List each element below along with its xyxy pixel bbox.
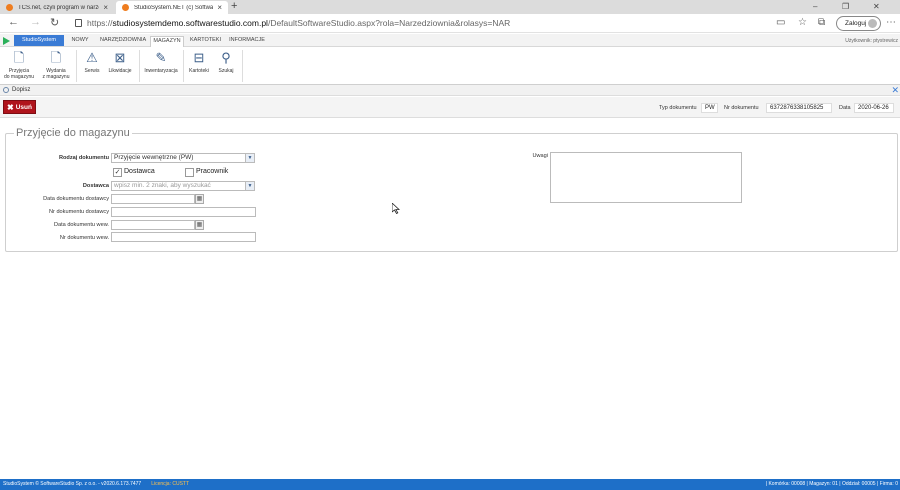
delete-button[interactable]: ✖ Usuń	[3, 100, 36, 114]
document-icon: 🗋	[50, 50, 62, 65]
status-location: | Komórka: 00008 | Magazyn: 01 | Oddział…	[765, 481, 898, 487]
ribbon-szukaj-button[interactable]: ⚲ Szukaj	[214, 50, 238, 74]
more-icon[interactable]: ⋯	[886, 17, 896, 28]
brand-button[interactable]: StudioSystem	[14, 35, 64, 46]
chevron-down-icon[interactable]: ▼	[245, 154, 254, 162]
data-dok-wew-input[interactable]	[111, 220, 195, 230]
close-tab-icon[interactable]: ×	[217, 3, 222, 12]
menu-tab-magazyn[interactable]: MAGAZYN	[150, 36, 184, 47]
browser-tab-active[interactable]: StudioSystem.NET (c) SoftwareS ×	[116, 1, 228, 14]
rodzaj-dokumentu-select[interactable]: Przyjęcie wewnętrzne (PW) ▼	[111, 153, 255, 163]
minimize-icon[interactable]: –	[813, 2, 817, 11]
ribbon-divider	[139, 50, 140, 82]
dostawca-checkbox[interactable]: ✓	[113, 168, 122, 177]
browser-tab-title: StudioSystem.NET (c) SoftwareS	[134, 4, 214, 11]
status-bar: StudioSystem © SoftwareStudio Sp. z o.o.…	[0, 479, 900, 490]
dostawca-checkbox-label: Dostawca	[124, 168, 155, 175]
close-window-icon[interactable]: ✕	[873, 2, 880, 11]
ribbon-divider	[76, 50, 77, 82]
avatar	[868, 19, 877, 28]
menu-tab-kartoteki[interactable]: KARTOTEKI	[190, 36, 221, 47]
document-icon: 🗋	[13, 50, 25, 65]
login-button[interactable]: Zaloguj	[836, 16, 881, 31]
uwagi-label: Uwagi	[532, 153, 548, 159]
reading-view-icon[interactable]: ▭	[776, 17, 785, 28]
app-menu-bar: StudioSystem NOWY NARZĘDZIOWNIA MAGAZYN …	[0, 34, 900, 47]
menu-tab-narzedziownia[interactable]: NARZĘDZIOWNIA	[100, 36, 146, 47]
back-icon[interactable]: ←	[8, 16, 19, 28]
doc-number-label: Nr dokumentu	[724, 105, 759, 111]
favorites-star-icon[interactable]: ☆	[798, 17, 807, 28]
ribbon-wydania-button[interactable]: 🗋 Wydania z magazynu	[40, 50, 72, 80]
panel-header: Dopisz ✕	[0, 85, 900, 96]
data-dok-wew-label: Data dokumentu wew.	[53, 222, 109, 228]
data-dok-dostawcy-label: Data dokumentu dostawcy	[43, 196, 109, 202]
dostawca-label: Dostawca	[82, 183, 109, 189]
calendar-icon[interactable]: ▦	[195, 220, 204, 230]
nr-dok-wew-input[interactable]	[111, 232, 256, 242]
pracownik-checkbox[interactable]	[185, 168, 194, 177]
rodzaj-dokumentu-label: Rodzaj dokumentu	[58, 155, 109, 161]
ribbon-divider	[242, 50, 243, 82]
nr-dok-dostawcy-input[interactable]	[111, 207, 256, 217]
date-label: Data	[839, 105, 851, 111]
warning-icon: ⚠	[86, 50, 98, 65]
doc-number-value: 637287633810582​5	[766, 103, 832, 113]
nr-dok-dostawcy-label: Nr dokumentu dostawcy	[48, 209, 109, 215]
panel-title: Dopisz	[12, 87, 31, 93]
browser-tab-title: TCS.net, czyli program w narzędz	[18, 4, 100, 11]
ribbon-toolbar: 🗋 Przyjęcia do magazynu 🗋 Wydania z maga…	[0, 47, 900, 85]
maximize-icon[interactable]: ❐	[842, 2, 849, 11]
search-icon: ⚲	[221, 50, 231, 65]
close-icon: ✖	[7, 102, 14, 112]
forward-icon[interactable]: →	[30, 16, 41, 28]
nr-dok-wew-label: Nr dokumentu wew.	[59, 235, 109, 241]
lock-icon	[75, 19, 82, 27]
date-value: 2020-06-26	[854, 103, 894, 113]
new-tab-icon[interactable]: +	[231, 0, 237, 12]
favicon-icon	[122, 4, 129, 11]
ribbon-serwis-button[interactable]: ⚠ Serwis	[80, 50, 104, 74]
inbox-icon: ⊟	[193, 50, 205, 65]
uwagi-textarea[interactable]	[550, 152, 742, 203]
edit-document-icon: ✎	[155, 50, 167, 65]
close-panel-icon[interactable]: ✕	[891, 85, 899, 96]
doc-type-value: PW	[701, 103, 718, 113]
ribbon-likwidacje-button[interactable]: ⊠ Likwidacje	[106, 50, 134, 74]
play-icon[interactable]	[3, 37, 10, 45]
calendar-icon[interactable]: ▦	[195, 194, 204, 204]
license-link[interactable]: Licencja: CUSTT	[151, 481, 189, 487]
ribbon-przyjecia-button[interactable]: 🗋 Przyjęcia do magazynu	[3, 50, 35, 80]
user-info: Użytkownik: ptystrewicz	[845, 38, 898, 44]
menu-tab-informacje[interactable]: INFORMACJE	[228, 36, 266, 47]
ribbon-divider	[183, 50, 184, 82]
dostawca-search-input[interactable]: wpisz min. 2 znaki, aby wyszukać ▼	[111, 181, 255, 191]
ribbon-inwentaryzacja-button[interactable]: ✎ Inwentaryzacja	[141, 50, 181, 74]
favicon-icon	[6, 4, 13, 11]
data-dok-dostawcy-input[interactable]	[111, 194, 195, 204]
browser-tab-bar: TCS.net, czyli program w narzędz × Studi…	[0, 0, 900, 14]
form-legend: Przyjęcie do magazynu	[14, 127, 132, 139]
ribbon-kartoteki-button[interactable]: ⊟ Kartoteki	[186, 50, 212, 74]
menu-tab-nowy[interactable]: NOWY	[70, 36, 90, 47]
delete-document-icon: ⊠	[114, 50, 126, 65]
status-copyright: StudioSystem © SoftwareStudio Sp. z o.o.…	[3, 481, 142, 487]
chevron-down-icon[interactable]: ▼	[245, 182, 254, 190]
document-toolbar: ✖ Usuń Typ dokumentu PW Nr dokumentu 6372…	[0, 97, 900, 118]
panel-icon	[3, 87, 9, 93]
close-tab-icon[interactable]: ×	[103, 3, 108, 12]
pracownik-checkbox-label: Pracownik	[196, 168, 229, 175]
doc-type-label: Typ dokumentu	[659, 105, 697, 111]
collections-icon[interactable]: ⧉	[818, 17, 825, 28]
refresh-icon[interactable]: ↻	[50, 16, 59, 29]
url-field[interactable]: https://studiosystemdemo.softwarestudio.…	[87, 18, 510, 28]
address-bar: ← → ↻ https://studiosystemdemo.softwares…	[0, 14, 900, 33]
browser-tab[interactable]: TCS.net, czyli program w narzędz ×	[0, 1, 114, 14]
mouse-cursor-icon	[392, 203, 400, 214]
